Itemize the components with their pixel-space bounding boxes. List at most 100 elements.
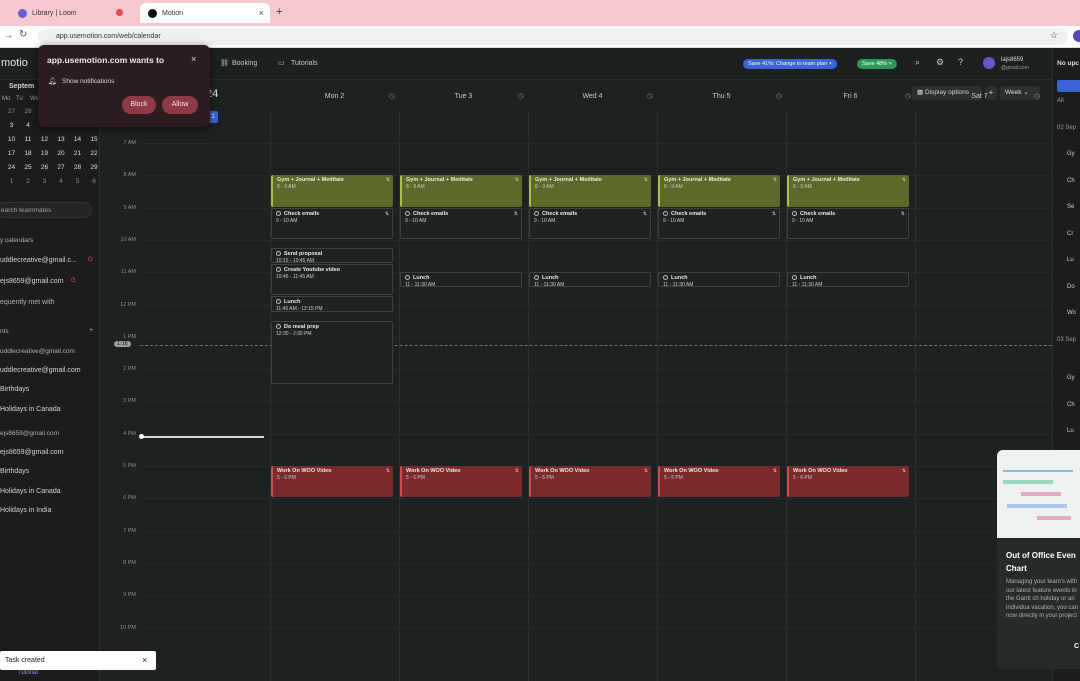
- calendar-event[interactable]: Lunch 11 - 11:30 AM: [529, 272, 651, 288]
- mini-calendar-day[interactable]: 16: [0, 150, 2, 157]
- right-list-item[interactable]: Cr: [1067, 231, 1073, 237]
- mini-calendar-day[interactable]: 3: [38, 178, 52, 185]
- task-checkbox[interactable]: [405, 210, 410, 216]
- task-checkbox[interactable]: [534, 275, 539, 281]
- mini-calendar-day[interactable]: 15: [87, 136, 101, 143]
- promo-save[interactable]: Save 48% ×: [857, 59, 897, 69]
- calendar-event[interactable]: Work On WOO Video 5 - 6 PM ⇅: [658, 466, 780, 498]
- mini-calendar-day[interactable]: 3: [5, 122, 19, 129]
- feature-popup-cta[interactable]: C: [1074, 643, 1079, 650]
- mini-calendar-day[interactable]: 27: [5, 108, 19, 115]
- sync-icon[interactable]: ◷: [1034, 80, 1040, 114]
- search-icon[interactable]: ⌕: [915, 57, 920, 68]
- right-panel-primary-button[interactable]: [1057, 80, 1080, 92]
- mini-calendar-day[interactable]: 6: [87, 178, 101, 185]
- search-teammates-input[interactable]: earch teammates: [0, 202, 92, 218]
- user-avatar[interactable]: [983, 57, 995, 69]
- sync-icon[interactable]: ◷: [389, 80, 395, 114]
- task-checkbox[interactable]: [792, 275, 797, 281]
- task-checkbox[interactable]: [276, 210, 281, 216]
- mini-calendar-day[interactable]: 2: [0, 122, 2, 129]
- right-list-item[interactable]: Gy: [1067, 375, 1075, 381]
- calendar-event[interactable]: Check emails 9 - 10 AM ⇅: [400, 207, 522, 239]
- right-list-item[interactable]: Gy: [1067, 151, 1075, 157]
- calendar-event[interactable]: Gym + Journal + Meditate 8 - 9 AM ⇅: [529, 175, 651, 207]
- drag-handle[interactable]: [139, 433, 144, 439]
- calendar-event[interactable]: Do meal prep 12:30 - 2:30 PM: [271, 320, 393, 385]
- sync-icon[interactable]: ◷: [776, 80, 782, 114]
- task-checkbox[interactable]: [276, 323, 281, 329]
- sync-icon[interactable]: ◷: [518, 80, 524, 114]
- calendar-event[interactable]: Work On WOO Video 5 - 6 PM ⇅: [787, 466, 909, 498]
- task-checkbox[interactable]: [663, 275, 668, 281]
- close-tab-icon[interactable]: ×: [259, 8, 264, 18]
- right-list-item[interactable]: Se: [1067, 204, 1074, 210]
- calendar-event[interactable]: Check emails 9 - 10 AM ⇅: [787, 207, 909, 239]
- calendar-event[interactable]: Gym + Journal + Meditate 8 - 9 AM ⇅: [400, 175, 522, 207]
- calendar-item-holidays-canada[interactable]: Holidays in Canada: [0, 406, 61, 413]
- sync-icon[interactable]: ◷: [905, 80, 911, 114]
- calendar-event[interactable]: Work On WOO Video 5 - 6 PM ⇅: [529, 466, 651, 498]
- mini-calendar-day[interactable]: 5: [71, 178, 85, 185]
- calendar-event[interactable]: Lunch 11 - 11:30 AM: [400, 272, 522, 288]
- task-checkbox[interactable]: [276, 299, 281, 305]
- calendar-event[interactable]: Check emails 9 - 10 AM ⇅: [529, 207, 651, 239]
- calendar-item-birthdays-2[interactable]: Birthdays: [0, 468, 29, 475]
- mini-calendar-day[interactable]: 14: [71, 136, 85, 143]
- calendar-event[interactable]: Gym + Journal + Meditate 8 - 9 AM ⇅: [787, 175, 909, 207]
- back-icon[interactable]: →: [4, 30, 13, 40]
- mini-calendar-day[interactable]: 19: [38, 150, 52, 157]
- right-list-item[interactable]: Lu: [1067, 257, 1074, 263]
- calendar-event[interactable]: Lunch 11 - 11:30 AM: [658, 272, 780, 288]
- calendar-item-birthdays[interactable]: Birthdays: [0, 386, 29, 393]
- calendar-event[interactable]: Gym + Journal + Meditate 8 - 9 AM ⇅: [658, 175, 780, 207]
- mini-calendar-day[interactable]: 24: [5, 164, 19, 171]
- calendar-item-holidays-india[interactable]: Holidays in India: [0, 507, 51, 514]
- mini-calendar-day[interactable]: 21: [71, 150, 85, 157]
- reload-icon[interactable]: ↻: [19, 29, 27, 40]
- toast-close-icon[interactable]: ×: [142, 651, 147, 670]
- mini-calendar-day[interactable]: 28: [71, 164, 85, 171]
- calendar-event[interactable]: Lunch 11:45 AM - 12:15 PM: [271, 296, 393, 312]
- nav-tutorials[interactable]: Tutorials: [291, 60, 318, 67]
- mini-calendar-day[interactable]: 4: [54, 178, 68, 185]
- right-list-item[interactable]: Do: [1067, 284, 1075, 290]
- calendar-event[interactable]: Work On WOO Video 5 - 6 PM ⇅: [400, 466, 522, 498]
- right-list-item[interactable]: Ch: [1067, 402, 1075, 408]
- mini-calendar-day[interactable]: 25: [21, 164, 35, 171]
- calendar-event[interactable]: Send proposal 10:15 - 10:45 AM: [271, 247, 393, 264]
- allow-button[interactable]: Allow: [162, 96, 198, 114]
- mini-calendar-day[interactable]: 10: [5, 136, 19, 143]
- tab-motion[interactable]: Motion ×: [140, 3, 270, 23]
- task-checkbox[interactable]: [792, 210, 797, 216]
- bookmark-star-icon[interactable]: ☆: [1050, 30, 1058, 41]
- mini-calendar-day[interactable]: 29: [87, 164, 101, 171]
- mini-calendar-day[interactable]: 23: [0, 164, 2, 171]
- task-checkbox[interactable]: [663, 210, 668, 216]
- promo-team-plan[interactable]: Save 41%: Change to team plan ×: [743, 59, 837, 69]
- calendar-ejs8659[interactable]: ejs8659@gmail.com: [0, 278, 64, 285]
- add-calendar-button[interactable]: +: [89, 327, 93, 334]
- mini-calendar-day[interactable]: 17: [5, 150, 19, 157]
- mini-calendar-day[interactable]: 18: [21, 150, 35, 157]
- url-input[interactable]: app.usemotion.com/web/calendar: [38, 29, 1068, 45]
- mini-calendar-day[interactable]: 11: [21, 136, 35, 143]
- task-checkbox[interactable]: [276, 267, 281, 273]
- new-tab-button[interactable]: +: [276, 6, 282, 18]
- task-checkbox[interactable]: [534, 210, 539, 216]
- mini-calendar-day[interactable]: 4: [21, 122, 35, 129]
- calendar-event[interactable]: Create Youtube video 10:45 - 11:45 AM: [271, 264, 393, 296]
- tab-loom[interactable]: Library | Loom: [10, 3, 132, 23]
- calendar-event[interactable]: Work On WOO Video 5 - 6 PM ⇅: [271, 466, 393, 498]
- mini-calendar-day[interactable]: 20: [54, 150, 68, 157]
- mini-calendar-day[interactable]: 13: [54, 136, 68, 143]
- help-icon[interactable]: ?: [958, 57, 963, 67]
- calendar-item-holidays-canada-2[interactable]: Holidays in Canada: [0, 488, 61, 495]
- gear-icon[interactable]: ⚙: [936, 57, 944, 68]
- mini-calendar-day[interactable]: 27: [54, 164, 68, 171]
- mini-calendar-day[interactable]: 12: [38, 136, 52, 143]
- task-checkbox[interactable]: [405, 275, 410, 281]
- calendar-event[interactable]: Gym + Journal + Meditate 8 - 9 AM ⇅: [271, 175, 393, 207]
- close-icon[interactable]: ×: [191, 54, 196, 64]
- tutorial-link[interactable]: Tutorial: [18, 670, 38, 676]
